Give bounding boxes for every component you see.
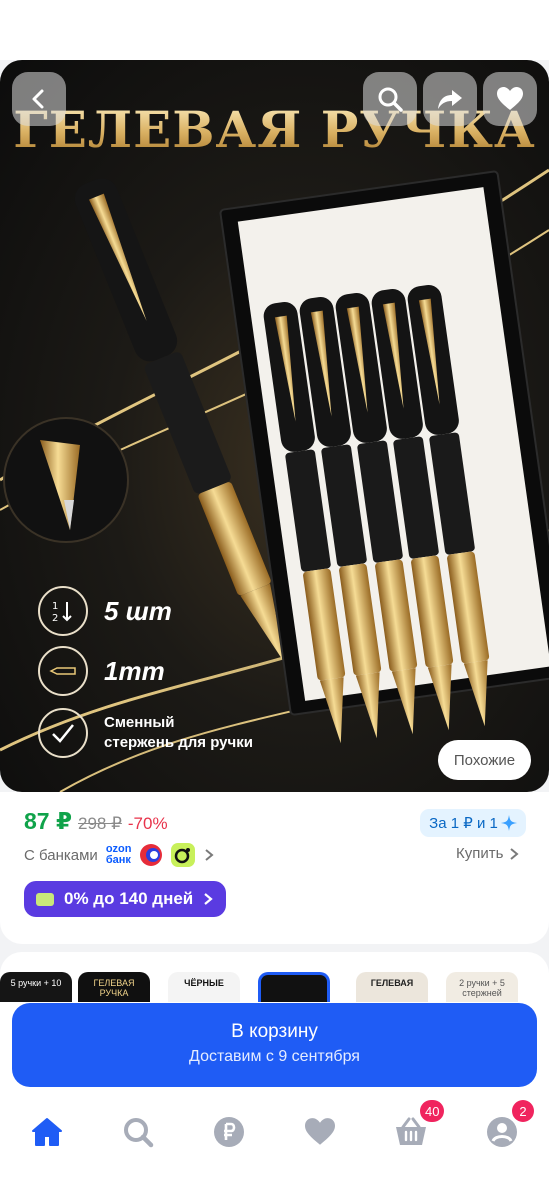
card-icon (36, 892, 54, 906)
price-row: 87 ₽ 298 ₽ -70% (24, 808, 168, 835)
add-to-cart-button[interactable]: В корзину Доставим с 9 сентября (12, 1003, 537, 1087)
basket-icon (396, 1117, 426, 1145)
sort-numbers-icon: 12 (38, 586, 88, 636)
svg-text:2: 2 (52, 613, 58, 624)
search-icon (124, 1118, 154, 1148)
delivery-date: Доставим с 9 сентября (189, 1048, 360, 1065)
sparkle-icon (500, 815, 517, 831)
ozon-bank-line2: банк (105, 854, 131, 866)
nav-payments[interactable] (209, 1112, 249, 1152)
variant-thumbnail[interactable]: 2 ручки + 5 стержней (446, 972, 518, 1002)
feature-refill-line2: стержень для ручки (104, 734, 253, 751)
nav-home[interactable] (27, 1112, 67, 1152)
chevron-right-icon (204, 893, 213, 905)
buy-link-label: Купить (456, 845, 504, 862)
feature-tip-size-text: 1mm (104, 655, 165, 686)
discount: -70% (127, 814, 168, 833)
variant-thumbnail[interactable]: ЧЁРНЫЕ (168, 972, 240, 1002)
profile-badge: 2 (512, 1100, 534, 1122)
back-button[interactable] (12, 72, 66, 126)
current-price: 87 ₽ (24, 808, 72, 834)
variant-thumbnail-selected[interactable] (258, 972, 330, 1002)
bonus-text: За 1 ₽ и 1 (429, 815, 498, 832)
feature-refill-text: Сменный стержень для ручки (104, 713, 253, 753)
feature-tip-size: 1mm (38, 646, 165, 696)
chevron-right-icon (205, 849, 215, 861)
share-button[interactable] (423, 72, 477, 126)
profile-icon (487, 1117, 517, 1147)
ruble-icon (214, 1117, 244, 1147)
bank-logo-icon (171, 843, 196, 867)
installment-label: 0% до 140 дней (64, 889, 194, 908)
search-icon (378, 87, 403, 112)
feature-quantity-text: 5 шт (104, 595, 172, 626)
svg-text:1: 1 (52, 601, 58, 612)
heart-icon (305, 1118, 335, 1145)
feature-refill-line1: Сменный (104, 714, 175, 731)
share-icon (438, 90, 462, 109)
feature-quantity: 12 5 шт (38, 586, 172, 636)
buy-link[interactable]: Купить (456, 845, 519, 862)
variant-thumbnail[interactable]: 5 ручки + 10 (0, 972, 72, 1002)
pen-tip-icon (38, 646, 88, 696)
installment-button[interactable]: 0% до 140 дней (24, 881, 226, 917)
bank-logo-icon (140, 844, 163, 866)
variant-thumbnail[interactable]: ГЕЛЕВАЯ РУЧКА (78, 972, 150, 1002)
variant-thumbnail[interactable]: ГЕЛЕВАЯ (356, 972, 428, 1002)
bank-offers[interactable]: С банками ozon банк (24, 843, 215, 867)
status-area (0, 0, 549, 60)
bottom-nav (0, 1092, 549, 1200)
feature-refill: Сменный стержень для ручки (38, 708, 253, 758)
checkmark-icon (38, 708, 88, 758)
search-button[interactable] (363, 72, 417, 126)
chevron-right-icon (510, 847, 519, 860)
home-icon (32, 1118, 62, 1146)
ozon-bank-logo: ozon банк (106, 844, 132, 866)
similar-button[interactable]: Похожие (438, 740, 531, 780)
favorite-button[interactable] (483, 72, 537, 126)
cart-count-badge: 40 (420, 1100, 445, 1122)
bonus-badge[interactable]: За 1 ₽ и 1 (420, 809, 526, 837)
heart-icon (497, 87, 523, 110)
add-to-cart-label: В корзину (231, 1021, 318, 1042)
banks-label: С банками (24, 846, 98, 864)
nav-favorites[interactable] (300, 1112, 340, 1152)
nav-search[interactable] (118, 1112, 158, 1152)
chevron-left-icon (32, 89, 44, 109)
old-price: 298 ₽ (77, 814, 122, 833)
